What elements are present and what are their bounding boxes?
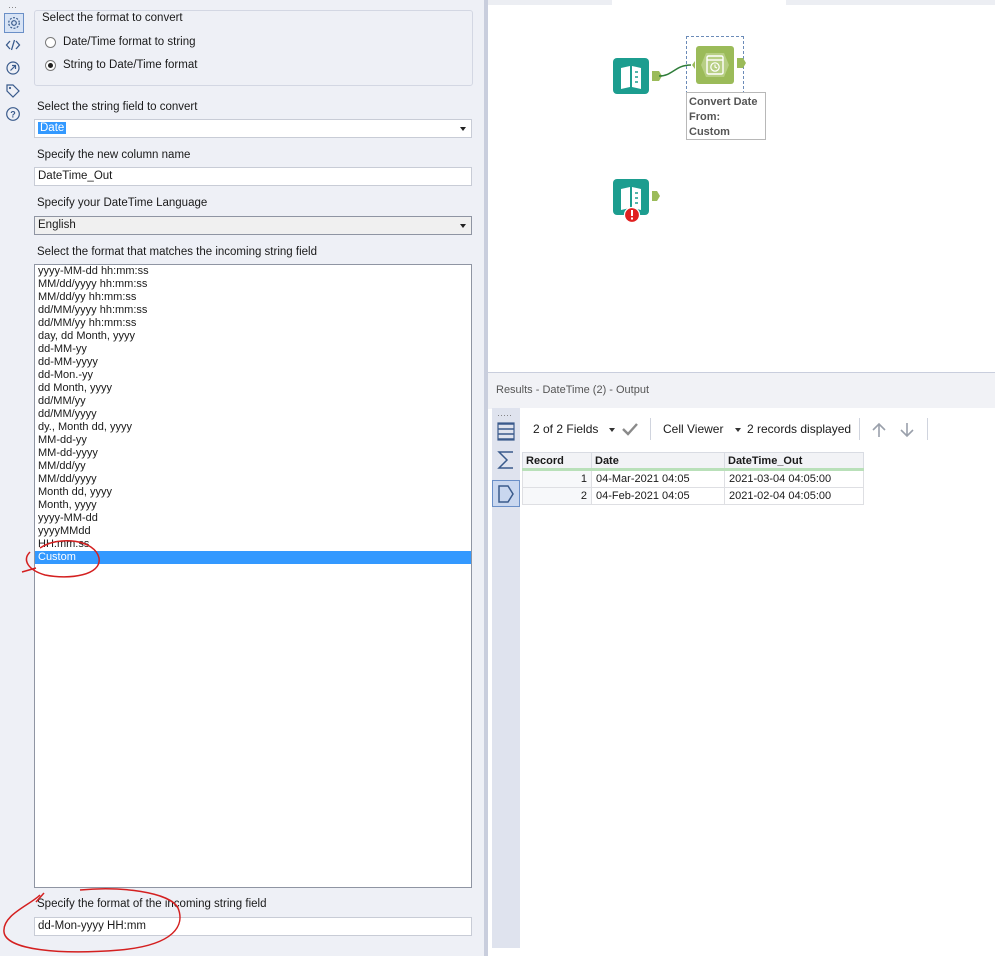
radio-datetime-to-string[interactable] <box>45 36 56 48</box>
rail-grip: ····· <box>497 410 512 420</box>
tag-icon[interactable] <box>4 82 22 100</box>
annotation-line: Custom <box>689 126 730 138</box>
format-list-item[interactable]: Custom <box>35 551 471 564</box>
language-value: English <box>38 219 76 231</box>
cell-viewer-label: Cell Viewer <box>663 422 724 436</box>
custom-format-label: Specify the format of the incoming strin… <box>37 898 267 910</box>
convert-group-title: Select the format to convert <box>42 12 183 24</box>
format-list-item[interactable]: dd/MM/yy hh:mm:ss <box>35 317 471 330</box>
output-tag-icon <box>498 485 514 503</box>
fields-dropdown[interactable]: 2 of 2 Fields <box>533 422 615 436</box>
help-icon[interactable]: ? <box>4 105 22 123</box>
arrow-up-icon[interactable] <box>870 421 888 439</box>
records-displayed: 2 records displayed <box>747 422 852 436</box>
option-label: Date/Time format to string <box>63 36 196 48</box>
format-list-item[interactable]: dd-Mon.-yy <box>35 369 471 382</box>
gear-icon[interactable] <box>4 13 24 33</box>
format-list-item[interactable]: day, dd Month, yyyy <box>35 330 471 343</box>
format-list-item[interactable]: MM/dd/yyyy <box>35 473 471 486</box>
sum-icon[interactable] <box>497 450 515 470</box>
datetime-out-cell[interactable]: 2021-03-04 04:05:00 <box>724 469 864 488</box>
svg-text:?: ? <box>10 110 16 120</box>
fields-label: 2 of 2 Fields <box>533 422 599 436</box>
new-column-label: Specify the new column name <box>37 149 191 161</box>
record-cell[interactable]: 1 <box>522 469 592 488</box>
format-list-item[interactable]: MM/dd/yy <box>35 460 471 473</box>
format-list-label: Select the format that matches the incom… <box>37 246 317 258</box>
format-list-item[interactable]: Month dd, yyyy <box>35 486 471 499</box>
string-field-value: Date <box>38 122 67 134</box>
language-select[interactable]: English <box>34 216 472 235</box>
format-list-item[interactable]: yyyy-MM-dd <box>35 512 471 525</box>
format-list-item[interactable]: yyyy-MM-dd hh:mm:ss <box>35 265 471 278</box>
chevron-down-icon <box>608 427 615 432</box>
results-title: Results - DateTime (2) - Output <box>496 384 650 396</box>
cell-viewer-dropdown[interactable]: Cell Viewer <box>663 422 741 436</box>
format-list-item[interactable]: dy., Month dd, yyyy <box>35 421 471 434</box>
data-view-tab[interactable] <box>492 480 520 507</box>
table-row[interactable]: 2 04-Feb-2021 04:05 2021-02-04 04:05:00 <box>522 487 864 505</box>
active-canvas-tab[interactable] <box>612 0 786 5</box>
arrow-down-icon[interactable] <box>898 421 916 439</box>
datetime-tool[interactable] <box>690 44 750 86</box>
table-row[interactable]: 1 04-Mar-2021 04:05 2021-03-04 04:05:00 <box>522 469 864 488</box>
format-list-item[interactable]: MM-dd-yy <box>35 434 471 447</box>
checkmark-icon[interactable] <box>621 421 639 437</box>
column-header-date[interactable]: Date <box>591 452 725 471</box>
new-column-input[interactable]: DateTime_Out <box>34 167 472 186</box>
format-list-item[interactable]: MM/dd/yy hh:mm:ss <box>35 291 471 304</box>
string-field-label: Select the string field to convert <box>37 101 198 113</box>
format-list-item[interactable]: MM-dd-yyyy <box>35 447 471 460</box>
format-list-item[interactable]: HH:mm:ss <box>35 538 471 551</box>
results-grid[interactable]: Record Date DateTime_Out 1 04-Mar-2021 0… <box>522 452 864 505</box>
date-cell[interactable]: 04-Feb-2021 04:05 <box>591 487 725 505</box>
option-datetime-to-string[interactable]: Date/Time format to string <box>45 36 196 48</box>
format-list-item[interactable]: Month, yyyy <box>35 499 471 512</box>
format-list-item[interactable]: yyyyMMdd <box>35 525 471 538</box>
format-list-item[interactable]: dd-MM-yy <box>35 343 471 356</box>
code-icon[interactable] <box>4 36 22 54</box>
annotation-line: Convert Date <box>689 96 758 108</box>
format-list-item[interactable]: dd/MM/yy <box>35 395 471 408</box>
results-side-rail: ····· <box>492 408 520 948</box>
input-data-tool-error[interactable] <box>612 178 668 226</box>
toolbar-separator <box>650 418 651 440</box>
option-label: String to Date/Time format <box>63 59 198 71</box>
toolbar-separator <box>927 418 928 440</box>
datetime-out-cell[interactable]: 2021-02-04 04:05:00 <box>724 487 864 505</box>
rail-grip: ··· <box>8 2 17 12</box>
column-header-datetime-out[interactable]: DateTime_Out <box>724 452 864 471</box>
string-field-select[interactable]: Date <box>34 119 472 138</box>
format-list-item[interactable]: dd/MM/yyyy <box>35 408 471 421</box>
tool-annotation: Convert Date From: Custom <box>686 92 766 140</box>
chevron-down-icon <box>460 224 466 228</box>
table-view-icon[interactable] <box>497 422 515 442</box>
option-string-to-datetime[interactable]: String to Date/Time format <box>45 59 197 71</box>
chevron-down-icon <box>734 427 741 432</box>
format-listbox[interactable]: yyyy-MM-dd hh:mm:ss MM/dd/yyyy hh:mm:ss MM… <box>34 264 472 888</box>
record-cell[interactable]: 2 <box>522 487 592 505</box>
format-list-item[interactable]: dd/MM/yyyy hh:mm:ss <box>35 304 471 317</box>
format-list-item[interactable]: MM/dd/yyyy hh:mm:ss <box>35 278 471 291</box>
radio-string-to-datetime[interactable] <box>45 59 56 71</box>
connection-icon[interactable] <box>4 59 22 77</box>
chevron-down-icon <box>460 127 466 131</box>
annotation-line: From: <box>689 111 721 123</box>
date-cell[interactable]: 04-Mar-2021 04:05 <box>591 469 725 488</box>
column-header-record[interactable]: Record <box>522 452 592 471</box>
tool-icon-rail: ··· ? <box>0 0 26 956</box>
format-list-item[interactable]: dd-MM-yyyy <box>35 356 471 369</box>
format-list-item[interactable]: dd Month, yyyy <box>35 382 471 395</box>
language-label: Specify your DateTime Language <box>37 197 208 209</box>
toolbar-separator <box>859 418 860 440</box>
custom-format-input[interactable]: dd-Mon-yyyy HH:mm <box>34 917 472 936</box>
